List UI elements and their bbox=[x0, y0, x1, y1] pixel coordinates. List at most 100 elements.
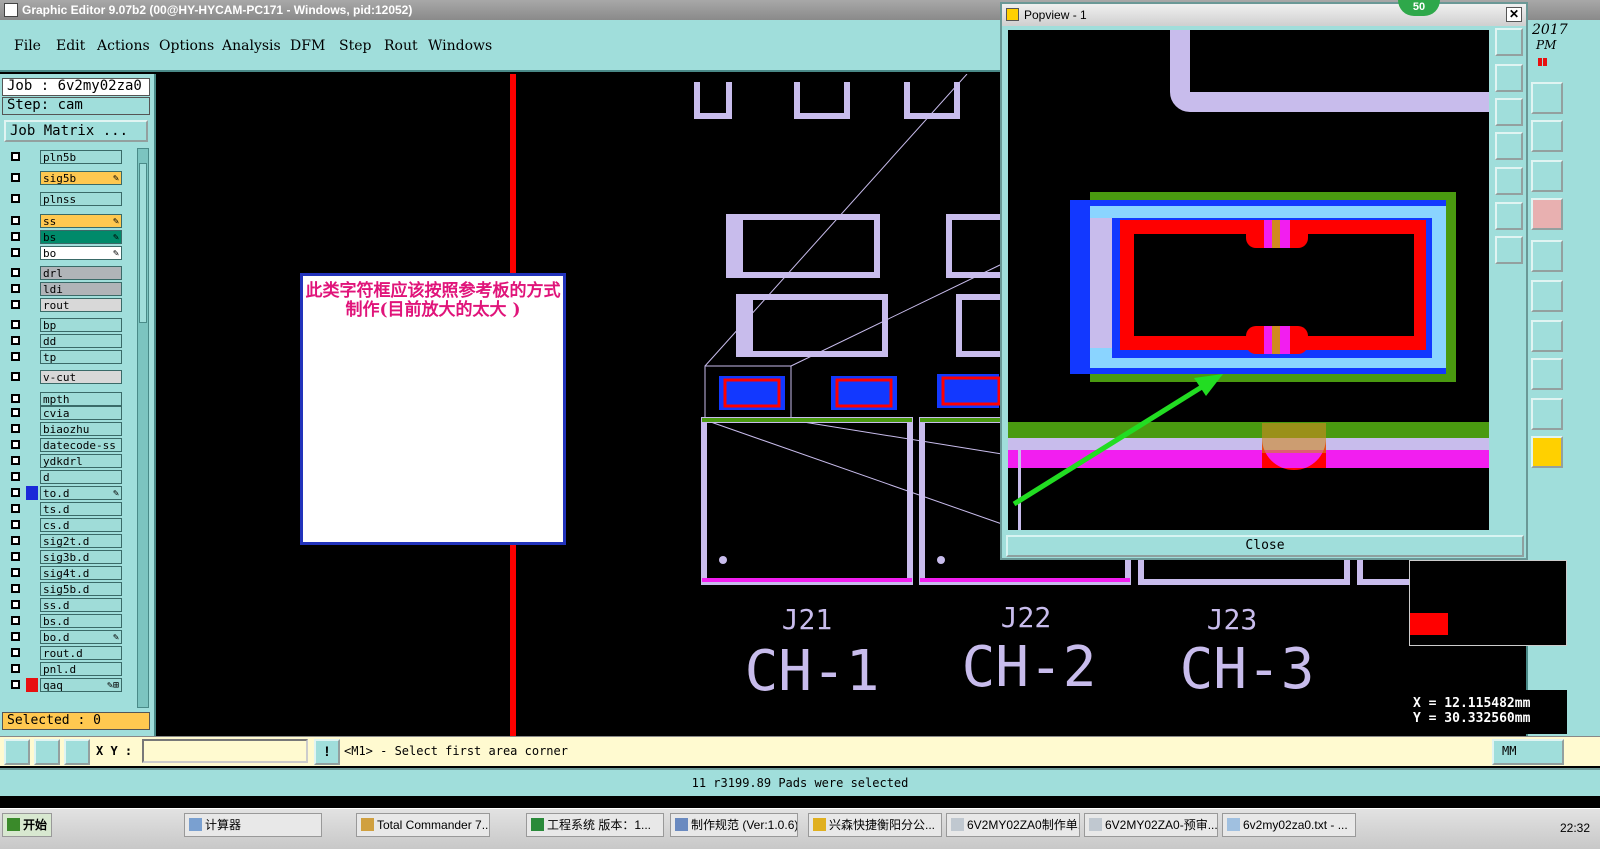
task-spec[interactable]: 制作规范 (Ver:1.0.6) bbox=[670, 813, 798, 837]
layer-row[interactable]: pln5b bbox=[8, 150, 122, 164]
layer-checkbox[interactable] bbox=[11, 648, 20, 657]
layer-row[interactable]: mpth bbox=[8, 392, 122, 406]
layer-row[interactable]: v-cut bbox=[8, 370, 122, 384]
layer-checkbox[interactable] bbox=[11, 232, 20, 241]
layer-row[interactable]: datecode-ss bbox=[8, 438, 122, 452]
tool-route-button[interactable] bbox=[1531, 436, 1563, 468]
zoom-in-button[interactable] bbox=[1495, 64, 1523, 92]
layer-checkbox[interactable] bbox=[11, 372, 20, 381]
menu-rout[interactable]: Rout bbox=[384, 38, 418, 54]
menu-actions[interactable]: Actions bbox=[97, 38, 150, 54]
layer-checkbox[interactable] bbox=[11, 300, 20, 309]
layer-checkbox[interactable] bbox=[11, 568, 20, 577]
layer-checkbox[interactable] bbox=[11, 680, 20, 689]
task-notepad[interactable]: 6v2my02za0.txt - ... bbox=[1222, 813, 1356, 837]
layer-row[interactable]: sig2t.d bbox=[8, 534, 122, 548]
layer-row[interactable]: cvia bbox=[8, 406, 122, 420]
layer-checkbox[interactable] bbox=[11, 216, 20, 225]
layer-row[interactable]: qaq ✎⊞ bbox=[8, 678, 122, 692]
layer-checkbox[interactable] bbox=[11, 616, 20, 625]
layer-checkbox[interactable] bbox=[11, 440, 20, 449]
layer-row[interactable]: plnss bbox=[8, 192, 122, 206]
help-icon[interactable] bbox=[1531, 160, 1563, 192]
layer-checkbox[interactable] bbox=[11, 424, 20, 433]
tool-shapes-button[interactable] bbox=[1531, 358, 1563, 390]
units-select[interactable]: MM bbox=[1492, 739, 1564, 765]
layer-checkbox[interactable] bbox=[11, 664, 20, 673]
layer-checkbox[interactable] bbox=[11, 536, 20, 545]
layer-row[interactable]: pnl.d bbox=[8, 662, 122, 676]
layer-row[interactable]: cs.d bbox=[8, 518, 122, 532]
layer-checkbox[interactable] bbox=[11, 488, 20, 497]
layer-row[interactable]: to.d ✎ bbox=[8, 486, 122, 500]
layer-checkbox[interactable] bbox=[11, 284, 20, 293]
menu-file[interactable]: File bbox=[14, 38, 41, 54]
layer-checkbox[interactable] bbox=[11, 336, 20, 345]
layer-checkbox[interactable] bbox=[11, 194, 20, 203]
layer-row[interactable]: rout.d bbox=[8, 646, 122, 660]
task-engineering-system[interactable]: 工程系统 版本：1... bbox=[526, 813, 664, 837]
close-icon[interactable]: ✕ bbox=[1506, 7, 1522, 22]
layer-row[interactable]: bs ✎ bbox=[8, 230, 122, 244]
fit-view-button[interactable] bbox=[1495, 202, 1523, 230]
snap-button[interactable] bbox=[4, 739, 30, 765]
layer-checkbox[interactable] bbox=[11, 520, 20, 529]
layer-row[interactable]: rout bbox=[8, 298, 122, 312]
popview-canvas[interactable] bbox=[1008, 30, 1489, 530]
xy-input[interactable] bbox=[142, 739, 308, 763]
zoom-area-button[interactable] bbox=[1495, 132, 1523, 160]
layer-row[interactable]: ts.d bbox=[8, 502, 122, 516]
task-prereview[interactable]: 6V2MY02ZA0-预审... bbox=[1084, 813, 1218, 837]
layer-checkbox[interactable] bbox=[11, 600, 20, 609]
layer-checkbox[interactable] bbox=[11, 320, 20, 329]
menu-step[interactable]: Step bbox=[339, 38, 371, 54]
menu-edit[interactable]: Edit bbox=[56, 38, 85, 54]
start-button[interactable]: 开始 bbox=[2, 813, 52, 837]
layer-checkbox[interactable] bbox=[11, 584, 20, 593]
layer-checkbox[interactable] bbox=[11, 152, 20, 161]
layer-checkbox[interactable] bbox=[11, 504, 20, 513]
layer-row[interactable]: bo ✎ bbox=[8, 246, 122, 260]
pan-button[interactable] bbox=[1495, 236, 1523, 264]
layer-row[interactable]: bs.d bbox=[8, 614, 122, 628]
layer-checkbox[interactable] bbox=[11, 456, 20, 465]
scroll-thumb[interactable] bbox=[139, 163, 147, 323]
layer-row[interactable]: biaozhu bbox=[8, 422, 122, 436]
zoom-next-button[interactable] bbox=[1495, 167, 1523, 195]
layer-row[interactable]: ss.d bbox=[8, 598, 122, 612]
tool-measure-button[interactable] bbox=[1531, 398, 1563, 430]
layer-row[interactable]: sig4t.d bbox=[8, 566, 122, 580]
tool-s-button[interactable] bbox=[1531, 120, 1563, 152]
layer-checkbox[interactable] bbox=[11, 352, 20, 361]
angle-button[interactable] bbox=[34, 739, 60, 765]
overview-map[interactable] bbox=[1409, 560, 1567, 646]
tool-window-button[interactable] bbox=[1531, 82, 1563, 114]
layer-row[interactable]: ydkdrl bbox=[8, 454, 122, 468]
layer-row[interactable]: bo.d ✎ bbox=[8, 630, 122, 644]
task-total-commander[interactable]: Total Commander 7.... bbox=[356, 813, 490, 837]
layer-row[interactable]: tp bbox=[8, 350, 122, 364]
zoom-home-button[interactable] bbox=[1495, 28, 1523, 56]
layer-checkbox[interactable] bbox=[11, 632, 20, 641]
layer-checkbox[interactable] bbox=[11, 408, 20, 417]
layer-row[interactable]: sig5b ✎ bbox=[8, 171, 122, 185]
menu-options[interactable]: Options bbox=[159, 38, 214, 54]
popview-close-button[interactable]: Close bbox=[1006, 535, 1524, 557]
menu-windows[interactable]: Windows bbox=[428, 38, 492, 54]
layer-row[interactable]: drl bbox=[8, 266, 122, 280]
tool-line-button[interactable] bbox=[1531, 280, 1563, 312]
layer-checkbox[interactable] bbox=[11, 248, 20, 257]
tool-ff-button[interactable] bbox=[1531, 320, 1563, 352]
layer-checkbox[interactable] bbox=[11, 394, 20, 403]
layer-checkbox[interactable] bbox=[11, 268, 20, 277]
warning-icon[interactable]: ! bbox=[314, 739, 340, 765]
layer-row[interactable]: d bbox=[8, 470, 122, 484]
tool-pad-button[interactable] bbox=[1531, 240, 1563, 272]
layer-checkbox[interactable] bbox=[11, 472, 20, 481]
layer-row[interactable]: ss ✎ bbox=[8, 214, 122, 228]
tool-select-button[interactable] bbox=[1531, 198, 1563, 230]
popview-window[interactable]: Popview - 1 ✕ Close bbox=[1000, 2, 1528, 560]
layer-checkbox[interactable] bbox=[11, 173, 20, 182]
menu-dfm[interactable]: DFM bbox=[290, 38, 325, 54]
job-matrix-button[interactable]: Job Matrix ... bbox=[4, 120, 148, 142]
